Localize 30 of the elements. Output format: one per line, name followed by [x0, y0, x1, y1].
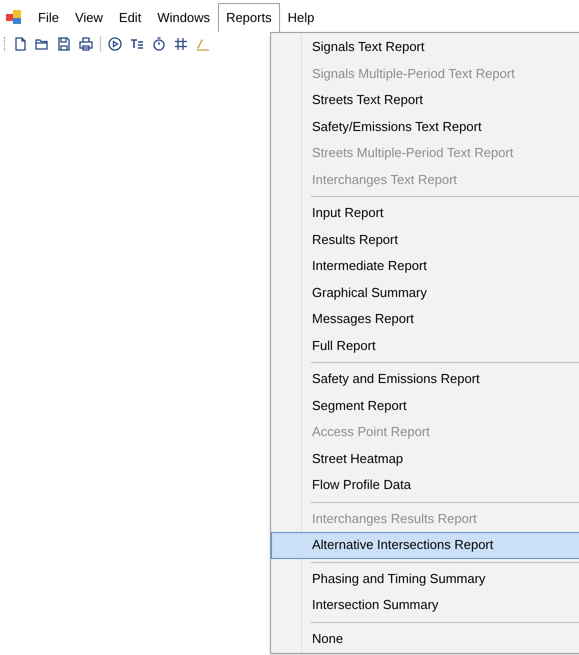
- menu-option[interactable]: Safety and Emissions Report: [271, 366, 579, 392]
- menu-item[interactable]: View: [66, 3, 111, 32]
- lines-icon[interactable]: [129, 36, 145, 52]
- menu-option[interactable]: None: [271, 626, 579, 652]
- hash-icon[interactable]: [173, 36, 189, 52]
- menu-item[interactable]: Edit: [110, 3, 150, 32]
- menu-option[interactable]: Phasing and Timing Summary: [271, 566, 579, 592]
- menu-option[interactable]: Full Report: [271, 332, 579, 359]
- printer-icon[interactable]: [78, 36, 94, 52]
- menu-option[interactable]: Graphical Summary: [271, 280, 579, 306]
- app-icon: [6, 10, 22, 24]
- menu-option[interactable]: Intersection Summary: [271, 592, 579, 618]
- menu-option[interactable]: Streets Text Report: [271, 87, 579, 114]
- menu-option[interactable]: Messages Report: [271, 306, 579, 332]
- play-circle-icon[interactable]: [107, 36, 123, 52]
- menu-option[interactable]: Street Heatmap: [271, 446, 579, 472]
- menu-item[interactable]: File: [30, 3, 67, 32]
- menu-option[interactable]: Intermediate Report: [271, 253, 579, 280]
- menu-option[interactable]: Alternative Intersections Report: [271, 532, 579, 558]
- stopwatch-icon[interactable]: [151, 36, 167, 52]
- menu-option[interactable]: Input Report: [271, 200, 579, 226]
- menu-option[interactable]: Safety/Emissions Text Report: [271, 114, 579, 140]
- menu-option[interactable]: Segment Report: [271, 392, 579, 419]
- menu-item[interactable]: Help: [280, 3, 322, 32]
- save-icon[interactable]: [56, 36, 72, 52]
- menu-option[interactable]: Flow Profile Data: [271, 472, 579, 498]
- menu-option[interactable]: Results Report: [271, 226, 579, 253]
- menu-item[interactable]: Windows: [149, 3, 218, 32]
- menu-option[interactable]: Signals Text Report: [271, 34, 579, 60]
- menu-item[interactable]: Reports: [218, 3, 280, 32]
